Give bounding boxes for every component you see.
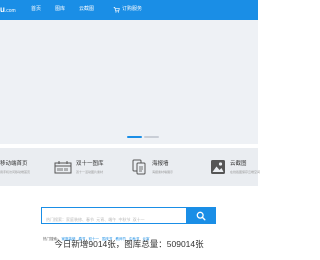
search-icon: [196, 211, 206, 221]
feature-subtitle: 双十一活动图片素材: [76, 170, 104, 174]
cart-icon: [113, 7, 120, 13]
carousel-dot[interactable]: [144, 136, 159, 138]
feature-title: 双十一图库: [76, 161, 104, 167]
nav-home[interactable]: 首页: [31, 6, 41, 13]
gallery-stats: 今日新增9014张，图库总量：509014张: [54, 239, 204, 249]
hot-search-row: 热门搜索：家庭装修 春节 双十一 国庆节 教师节 中秋节 元宵: [43, 227, 153, 241]
top-nav-bar: u.com 首页 图库 云截图 订购服务: [0, 0, 258, 20]
carousel-dot-active[interactable]: [127, 136, 142, 138]
feature-title: 海报墙: [152, 161, 169, 167]
search-button[interactable]: [186, 207, 216, 224]
site-logo[interactable]: u.com: [0, 5, 16, 15]
image-icon: [211, 160, 225, 174]
logo-suffix: .com: [4, 8, 16, 14]
nav-gallery[interactable]: 图库: [55, 6, 65, 13]
feature-title: 移动端首页: [0, 161, 28, 167]
feature-mobile-home[interactable]: 移动端首页 用手机访问移动端首页: [0, 148, 56, 186]
feature-cloud-screenshot[interactable]: 云截图 在线截图保存云端空间: [196, 148, 261, 186]
feature-subtitle: 海报素材墙展示: [152, 170, 174, 174]
nav-order-service[interactable]: 订购服务: [122, 6, 142, 13]
feature-title: 云截图: [230, 161, 247, 167]
poster-icon: [132, 159, 146, 175]
feature-subtitle: 用手机访问移动端首页: [0, 170, 31, 174]
feature-poster-wall[interactable]: 海报墙 海报素材墙展示: [130, 148, 190, 186]
search-input[interactable]: [42, 212, 187, 227]
feature-double-eleven[interactable]: 双十一图库 双十一活动图片素材: [52, 148, 122, 186]
feature-subtitle: 在线截图保存云端空间: [230, 170, 261, 174]
nav-cloud-screenshot[interactable]: 云截图: [79, 6, 94, 13]
hero-banner[interactable]: [0, 20, 258, 144]
search-box: [41, 207, 187, 227]
calendar-icon: [54, 161, 72, 174]
